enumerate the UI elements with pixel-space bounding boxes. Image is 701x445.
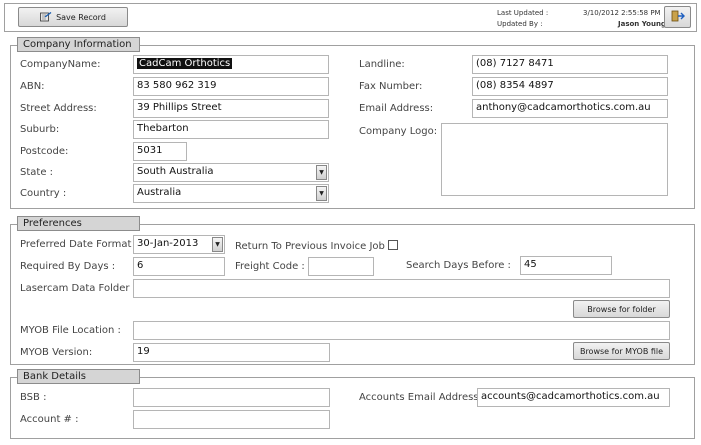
accounts-email-label: Accounts Email Address : <box>359 392 486 403</box>
myob-version-field[interactable]: 19 <box>133 343 330 362</box>
last-updated-value: 3/10/2012 2:55:58 PM <box>583 9 661 17</box>
postcode-field[interactable]: 5031 <box>133 142 187 161</box>
browse-for-myob-file-button[interactable]: Browse for MYOB file <box>573 342 670 360</box>
company-logo-box[interactable] <box>441 123 668 196</box>
street-address-label: Street Address: <box>20 103 97 114</box>
landline-field[interactable]: (08) 7127 8471 <box>472 55 668 74</box>
updated-by-label: Updated By : <box>497 20 543 28</box>
suburb-label: Suburb: <box>20 124 60 135</box>
browse-for-myob-file-label: Browse for MYOB file <box>579 346 664 356</box>
preferences-title: Preferences <box>17 216 140 231</box>
abn-field[interactable]: 83 580 962 319 <box>133 77 329 96</box>
fax-number-label: Fax Number: <box>359 81 423 92</box>
search-days-before-label: Search Days Before : <box>406 260 511 271</box>
exit-button[interactable] <box>664 6 691 28</box>
company-name-label: CompanyName: <box>20 59 101 70</box>
country-value: Australia <box>137 187 182 198</box>
accounts-email-field[interactable]: accounts@cadcamorthotics.com.au <box>477 388 670 407</box>
fax-number-field[interactable]: (08) 8354 4897 <box>472 77 668 96</box>
suburb-field[interactable]: Thebarton <box>133 120 329 139</box>
state-label: State : <box>20 167 54 178</box>
bsb-field[interactable] <box>133 388 330 407</box>
updated-by-value: Jason Young <box>618 20 666 28</box>
date-format-dropdown-icon[interactable]: ▼ <box>212 237 223 252</box>
browse-for-folder-button[interactable]: Browse for folder <box>573 300 670 318</box>
lasercam-data-folder-field[interactable] <box>133 279 670 298</box>
browse-for-folder-label: Browse for folder <box>587 304 656 314</box>
country-select[interactable]: Australia ▼ <box>133 184 329 203</box>
preferred-date-format-select[interactable]: 30-Jan-2013 ▼ <box>133 235 225 254</box>
exit-door-icon <box>671 10 685 24</box>
required-by-days-label: Required By Days : <box>20 261 116 272</box>
preferred-date-format-label: Preferred Date Format : <box>20 239 138 250</box>
freight-code-field[interactable] <box>308 257 374 276</box>
company-name-field[interactable]: CadCam Orthotics <box>133 55 329 74</box>
freight-code-label: Freight Code : <box>235 261 305 272</box>
myob-file-location-label: MYOB File Location : <box>20 325 121 336</box>
country-label: Country : <box>20 188 67 199</box>
postcode-label: Postcode: <box>20 146 69 157</box>
return-previous-invoice-label: Return To Previous Invoice Job : <box>235 241 392 252</box>
company-information-title: Company Information <box>17 37 140 52</box>
bsb-label: BSB : <box>20 392 47 403</box>
lasercam-data-folder-label: Lasercam Data Folder : <box>20 283 137 294</box>
state-select[interactable]: South Australia ▼ <box>133 163 329 182</box>
email-address-field[interactable]: anthony@cadcamorthotics.com.au <box>472 99 668 118</box>
company-name-value: CadCam Orthotics <box>137 58 233 69</box>
state-dropdown-icon[interactable]: ▼ <box>316 165 327 180</box>
required-by-days-field[interactable]: 6 <box>133 257 225 276</box>
account-number-label: Account # : <box>20 414 79 425</box>
myob-version-label: MYOB Version: <box>20 347 93 358</box>
company-logo-label: Company Logo: <box>359 126 438 137</box>
preferred-date-format-value: 30-Jan-2013 <box>137 238 199 249</box>
bank-details-title: Bank Details <box>17 369 140 384</box>
save-icon <box>40 11 52 22</box>
country-dropdown-icon[interactable]: ▼ <box>316 186 327 201</box>
return-previous-invoice-checkbox[interactable] <box>388 240 398 250</box>
last-updated-label: Last Updated : <box>497 9 549 17</box>
email-address-label: Email Address: <box>359 103 434 114</box>
myob-file-location-field[interactable] <box>133 321 670 340</box>
save-record-label: Save Record <box>56 12 106 22</box>
account-number-field[interactable] <box>133 410 330 429</box>
search-days-before-field[interactable]: 45 <box>520 256 612 275</box>
bank-details-section <box>10 377 695 439</box>
street-address-field[interactable]: 39 Phillips Street <box>133 99 329 118</box>
landline-label: Landline: <box>359 59 405 70</box>
abn-label: ABN: <box>20 81 45 92</box>
save-record-button[interactable]: Save Record <box>18 7 128 27</box>
state-value: South Australia <box>137 166 214 177</box>
